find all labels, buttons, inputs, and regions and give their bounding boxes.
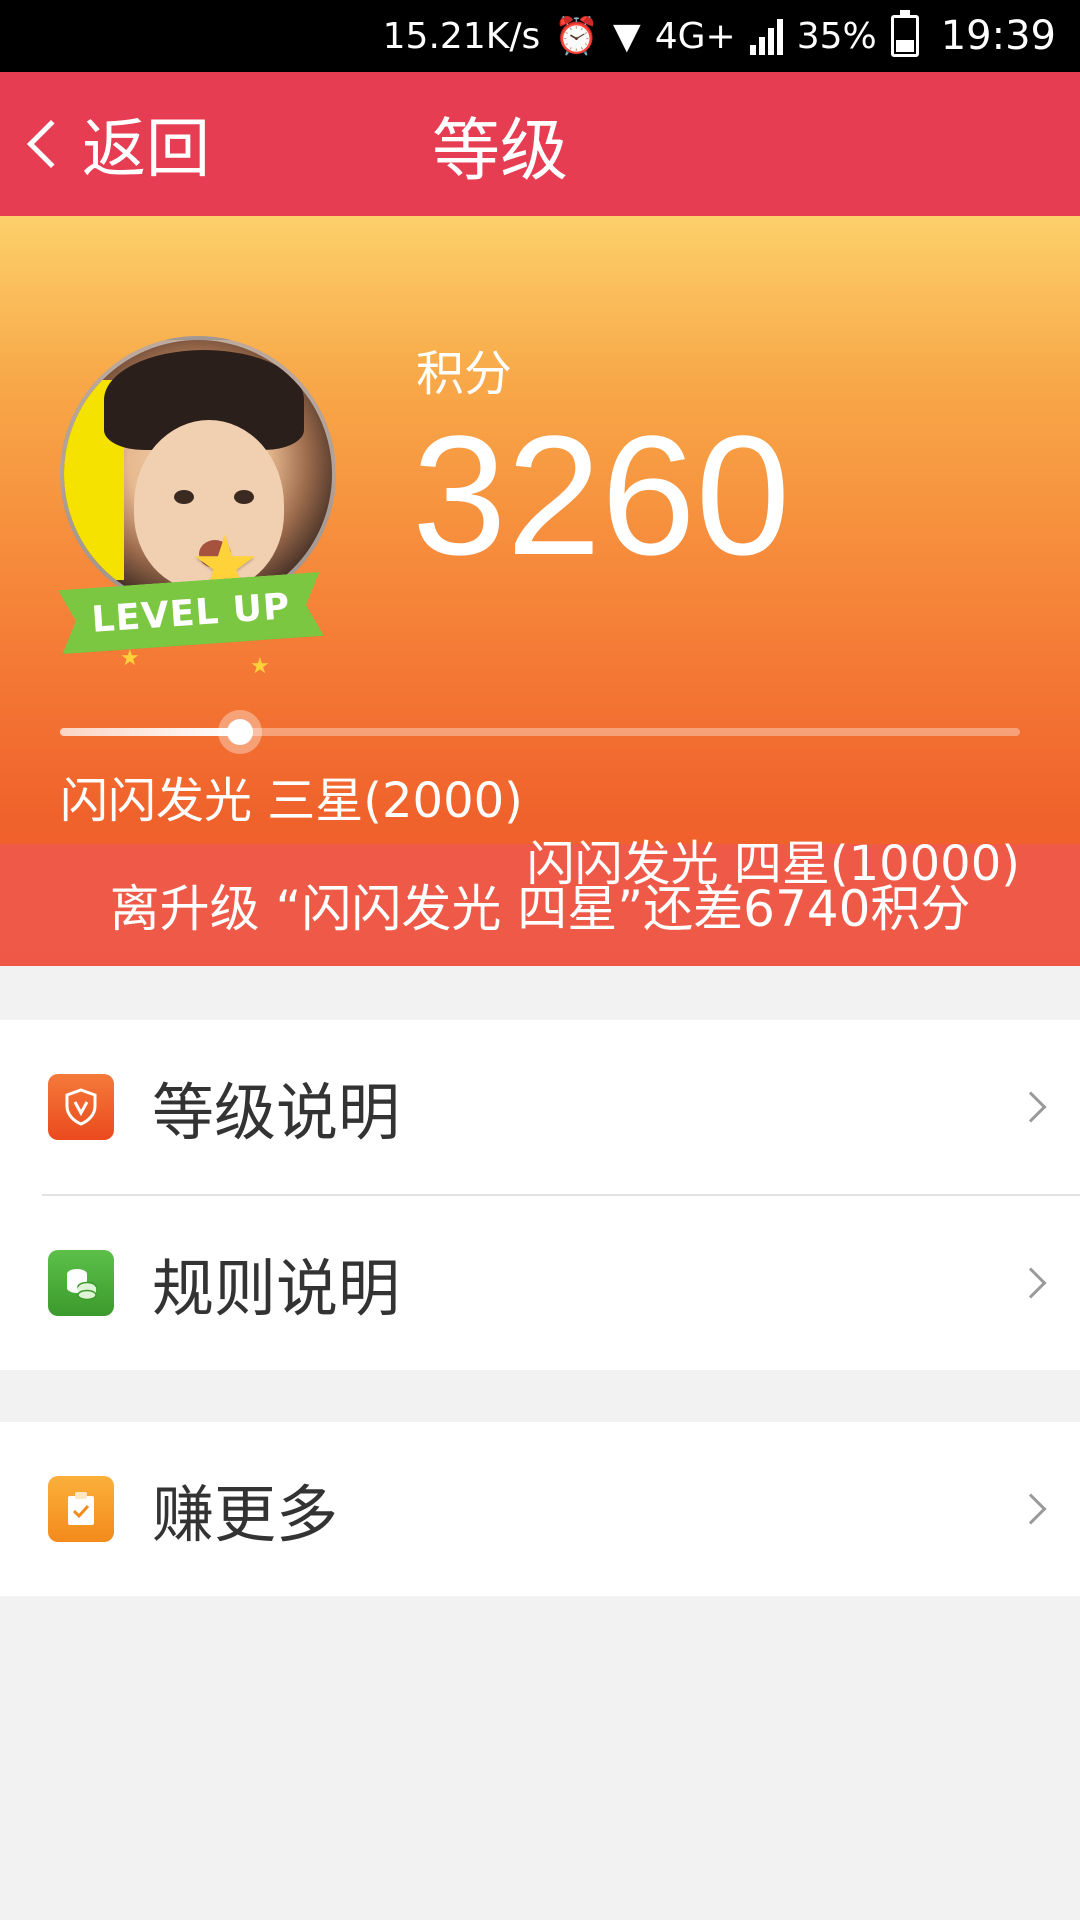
level-hero: ★ LEVEL UP ★ ★ 积分 3260 闪闪发光 三星(2000) 离升级… xyxy=(0,216,1080,966)
status-bar: 15.21K/s ⏰ ▼ 4G+ 35% 19:39 xyxy=(0,0,1080,72)
level-up-badge: LEVEL UP xyxy=(58,572,324,654)
points-label: 积分 xyxy=(416,346,513,402)
avatar[interactable]: ★ LEVEL UP ★ ★ xyxy=(60,336,336,679)
points-value: 3260 xyxy=(412,401,791,591)
sparkle-icon: ★ xyxy=(250,654,270,679)
shield-v-icon xyxy=(48,1074,114,1140)
menu-group-info: 等级说明 规则说明 xyxy=(0,1020,1080,1370)
chevron-right-icon xyxy=(1015,1091,1047,1123)
app-header: 返回 等级 xyxy=(0,72,1080,216)
page-title: 等级 xyxy=(431,111,568,191)
clipboard-check-icon xyxy=(48,1476,114,1542)
wifi-icon: ▼ xyxy=(613,15,641,57)
sparkle-icon: ★ xyxy=(120,646,140,671)
menu-item-label: 赚更多 xyxy=(152,1478,339,1551)
next-level-label: 闪闪发光 四星(10000) xyxy=(526,836,1020,892)
chevron-right-icon xyxy=(1015,1267,1047,1299)
menu-group-earn: 赚更多 xyxy=(0,1422,1080,1596)
menu-item-level-description[interactable]: 等级说明 xyxy=(0,1020,1080,1194)
progress-knob xyxy=(217,710,262,754)
chevron-right-icon xyxy=(1015,1493,1047,1525)
menu-item-label: 规则说明 xyxy=(152,1252,401,1325)
battery-icon xyxy=(890,10,919,57)
current-level-label: 闪闪发光 三星(2000) xyxy=(60,773,523,829)
progress-fill xyxy=(60,728,240,736)
battery-percent: 35% xyxy=(796,15,877,57)
alarm-icon: ⏰ xyxy=(554,16,600,57)
signal-icon xyxy=(749,17,783,55)
menu-item-label: 等级说明 xyxy=(152,1076,401,1149)
menu-item-rules-description[interactable]: 规则说明 xyxy=(0,1196,1080,1370)
clock: 19:39 xyxy=(940,13,1056,59)
level-progress-bar xyxy=(60,710,1020,754)
menu-item-earn-more[interactable]: 赚更多 xyxy=(0,1422,1080,1596)
network-speed: 15.21K/s xyxy=(382,15,541,57)
coins-icon xyxy=(48,1250,114,1316)
network-type: 4G+ xyxy=(654,15,736,57)
